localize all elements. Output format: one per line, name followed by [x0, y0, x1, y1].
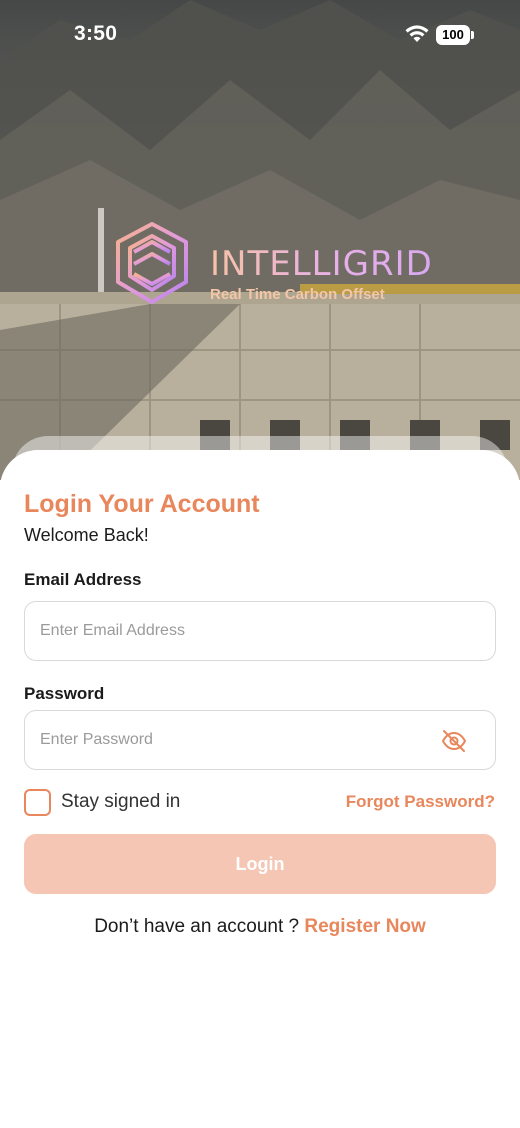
password-field[interactable] — [40, 711, 440, 769]
email-field[interactable] — [40, 602, 440, 660]
status-bar: 3:50 100 — [0, 0, 520, 70]
battery-level: 100 — [436, 25, 470, 45]
intelligrid-logo-icon — [116, 222, 188, 304]
page-title: Login Your Account — [24, 490, 260, 518]
battery-icon: 100 — [436, 25, 474, 45]
stay-signed-in-checkbox[interactable] — [24, 789, 51, 816]
password-label: Password — [24, 684, 105, 703]
welcome-subtitle: Welcome Back! — [24, 525, 149, 545]
hero-background: 3:50 100 INTELLIGRID Real Time Carbon Of… — [0, 0, 520, 480]
email-label: Email Address — [24, 570, 142, 589]
forgot-password-link[interactable]: Forgot Password? — [346, 792, 495, 812]
register-prompt: Don’t have an account ? — [94, 916, 300, 937]
eye-off-icon[interactable] — [441, 728, 467, 754]
brand-name: INTELLIGRID — [210, 244, 433, 284]
stay-signed-in-label: Stay signed in — [61, 791, 181, 812]
brand-logo: INTELLIGRID Real Time Carbon Offset — [112, 220, 432, 310]
email-field-container — [24, 601, 496, 661]
password-field-container — [24, 710, 496, 770]
register-prompt-row: Don’t have an account ? Register Now — [0, 916, 520, 938]
login-button[interactable]: Login — [24, 834, 496, 894]
login-card: Login Your Account Welcome Back! Email A… — [0, 450, 520, 1128]
brand-tagline: Real Time Carbon Offset — [210, 286, 385, 303]
wifi-icon — [405, 25, 429, 42]
status-time: 3:50 — [74, 22, 118, 45]
register-now-link[interactable]: Register Now — [304, 916, 425, 937]
